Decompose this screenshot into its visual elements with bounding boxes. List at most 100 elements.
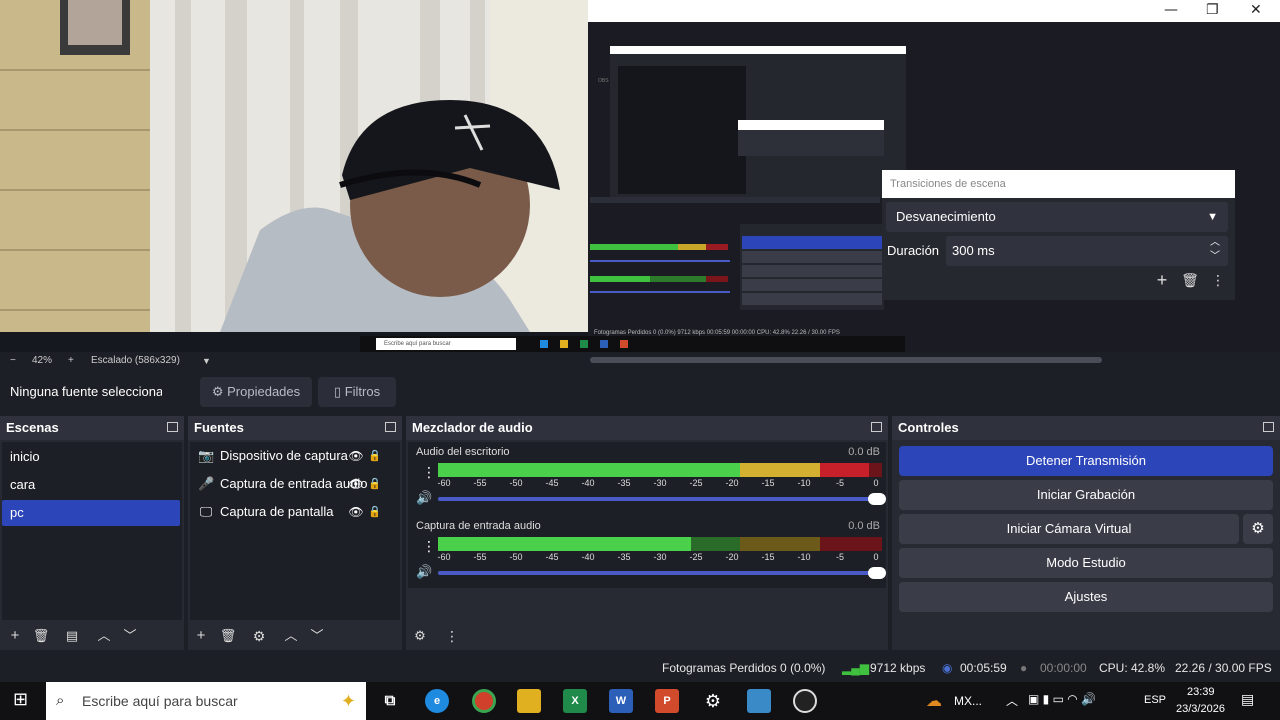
weather-text[interactable]: MX...: [954, 694, 982, 708]
meter-fill: [438, 537, 692, 551]
more-vertical-icon[interactable]: ⋮: [442, 626, 462, 646]
properties-label: Propiedades: [227, 384, 301, 399]
add-scene-icon[interactable]: +: [5, 626, 25, 646]
source-item[interactable]: 📷 Dispositivo de captura 👁 🔒: [190, 442, 378, 470]
eye-icon[interactable]: 👁: [348, 448, 364, 464]
zoom-in-button[interactable]: +: [68, 352, 74, 370]
zoom-out-button[interactable]: −: [10, 352, 16, 370]
scene-item-pc[interactable]: pc: [2, 500, 180, 526]
scene-item-inicio[interactable]: inicio: [2, 444, 180, 470]
language-indicator[interactable]: ESP: [1144, 694, 1166, 706]
chevron-down-icon[interactable]: ﹀: [1210, 242, 1220, 272]
tray-icons[interactable]: ▣ ▮ ▭ ◠ 🔊: [1028, 692, 1096, 706]
word-icon[interactable]: W: [609, 689, 633, 713]
excel-icon[interactable]: X: [563, 689, 587, 713]
duration-spinbox[interactable]: 300 ms ︿ ﹀: [946, 236, 1228, 266]
dropped-frames: Fotogramas Perdidos 0 (0.0%): [662, 661, 826, 675]
meter-ticks: -60 -55 -50 -45 -40 -35 -30 -25 -20 -15 -10 -5 0: [437, 478, 882, 490]
notifications-icon[interactable]: ▤: [1241, 691, 1254, 708]
speaker-icon[interactable]: 🔊: [416, 490, 432, 506]
move-up-icon[interactable]: ︿: [281, 626, 301, 646]
advanced-audio-icon[interactable]: ⚙: [410, 626, 430, 646]
lock-icon[interactable]: 🔒: [368, 504, 378, 520]
trash-icon[interactable]: 🗑: [31, 626, 51, 646]
move-down-icon[interactable]: ﹀: [307, 626, 327, 646]
source-toolbar: Ninguna fuente seleccionad ⚙ Propiedades…: [0, 372, 1280, 412]
file-explorer-icon[interactable]: [517, 689, 541, 713]
scene-item-cara[interactable]: cara: [2, 472, 180, 498]
clock-time[interactable]: 23:39: [1187, 686, 1215, 698]
restore-icon[interactable]: ❐: [1206, 2, 1219, 18]
audio-meter: [438, 537, 882, 551]
audio-meter: [438, 463, 882, 477]
start-recording-button[interactable]: Iniciar Grabación: [899, 480, 1273, 510]
channel-db: 0.0 dB: [848, 520, 880, 532]
move-down-icon[interactable]: ﹀: [120, 626, 140, 646]
minimize-icon[interactable]: —: [1164, 2, 1178, 18]
obs-icon[interactable]: [793, 689, 817, 713]
meter-tick-label: -45: [545, 478, 559, 488]
chevron-up-icon[interactable]: ︿: [1006, 692, 1018, 709]
undock-icon[interactable]: [385, 422, 396, 432]
preview-horizontal-scrollbar[interactable]: [590, 357, 1102, 363]
properties-button[interactable]: ⚙ Propiedades: [200, 377, 312, 407]
webcam-capture: [0, 0, 588, 332]
add-transition-icon[interactable]: +: [1152, 270, 1172, 290]
studio-mode-button[interactable]: Modo Estudio: [899, 548, 1273, 578]
gear-icon[interactable]: ⚙: [249, 626, 269, 646]
chrome-icon[interactable]: [472, 689, 496, 713]
volume-slider-knob[interactable]: [868, 567, 886, 579]
powerpoint-icon[interactable]: P: [655, 689, 679, 713]
recording-time: 00:00:00: [1040, 661, 1087, 675]
scenes-dock-header: Escenas: [0, 416, 184, 440]
add-source-icon[interactable]: +: [191, 626, 211, 646]
windows-start-icon[interactable]: ⊞: [13, 689, 28, 710]
scale-dropdown-icon[interactable]: ▼: [202, 352, 211, 370]
stop-streaming-button[interactable]: Detener Transmisión: [899, 446, 1273, 476]
filters-button[interactable]: ▯ Filtros: [318, 377, 396, 407]
settings-button[interactable]: Ajustes: [899, 582, 1273, 612]
undock-icon[interactable]: [871, 422, 882, 432]
undock-icon[interactable]: [167, 422, 178, 432]
task-view-icon[interactable]: ⧉: [378, 689, 402, 713]
transition-dropdown[interactable]: Desvanecimiento ▼: [886, 202, 1228, 232]
volume-slider[interactable]: [438, 567, 886, 579]
meter-tick-label: -15: [761, 478, 775, 488]
source-label: Dispositivo de captura: [220, 448, 348, 463]
controls-dock-header: Controles: [892, 416, 1280, 440]
trash-icon[interactable]: 🗑: [218, 626, 238, 646]
scene-list: inicio cara pc: [2, 442, 182, 620]
virtual-camera-settings-button[interactable]: ⚙: [1243, 514, 1273, 544]
clock-date[interactable]: 23/3/2026: [1176, 703, 1225, 715]
app-icon[interactable]: [747, 689, 771, 713]
source-item[interactable]: 🎤 Captura de entrada audio 👁 🔒: [190, 470, 378, 498]
audio-mixer-dock: Mezclador de audio Audio del escritorio …: [406, 416, 888, 650]
more-vertical-icon[interactable]: ⋮: [422, 464, 436, 481]
lock-icon[interactable]: 🔒: [368, 476, 378, 492]
volume-slider[interactable]: [438, 493, 886, 505]
close-icon[interactable]: ✕: [1250, 2, 1262, 18]
start-virtual-camera-button[interactable]: Iniciar Cámara Virtual: [899, 514, 1239, 544]
volume-slider-knob[interactable]: [868, 493, 886, 505]
meter-tick-label: -20: [725, 552, 739, 562]
more-vertical-icon[interactable]: ⋮: [422, 538, 436, 555]
scene-filters-icon[interactable]: ▤: [62, 626, 82, 646]
more-vertical-icon[interactable]: ⋮: [1208, 270, 1228, 290]
eye-icon[interactable]: 👁: [348, 504, 364, 520]
preview-canvas[interactable]: — ❐ ✕ Fotogramas Perdidos 0 (0.0%) 9712 …: [0, 0, 1280, 352]
meter-tick-label: -55: [473, 478, 487, 488]
filters-label: Filtros: [344, 384, 381, 399]
settings-icon[interactable]: ⚙: [701, 689, 725, 713]
gear-icon: ⚙: [211, 384, 228, 399]
source-item[interactable]: 🖵 Captura de pantalla 👁 🔒: [190, 498, 378, 526]
speaker-icon[interactable]: 🔊: [416, 564, 432, 580]
taskbar-search[interactable]: ⌕ Escribe aquí para buscar ✦: [46, 682, 366, 720]
lock-icon[interactable]: 🔒: [368, 448, 378, 464]
edge-icon[interactable]: e: [425, 689, 449, 713]
undock-icon[interactable]: [1263, 422, 1274, 432]
move-up-icon[interactable]: ︿: [94, 626, 114, 646]
streaming-icon: ◉: [942, 661, 953, 675]
mixer-title: Mezclador de audio: [412, 420, 533, 435]
trash-icon[interactable]: 🗑: [1180, 270, 1200, 290]
eye-icon[interactable]: 👁: [348, 476, 364, 492]
